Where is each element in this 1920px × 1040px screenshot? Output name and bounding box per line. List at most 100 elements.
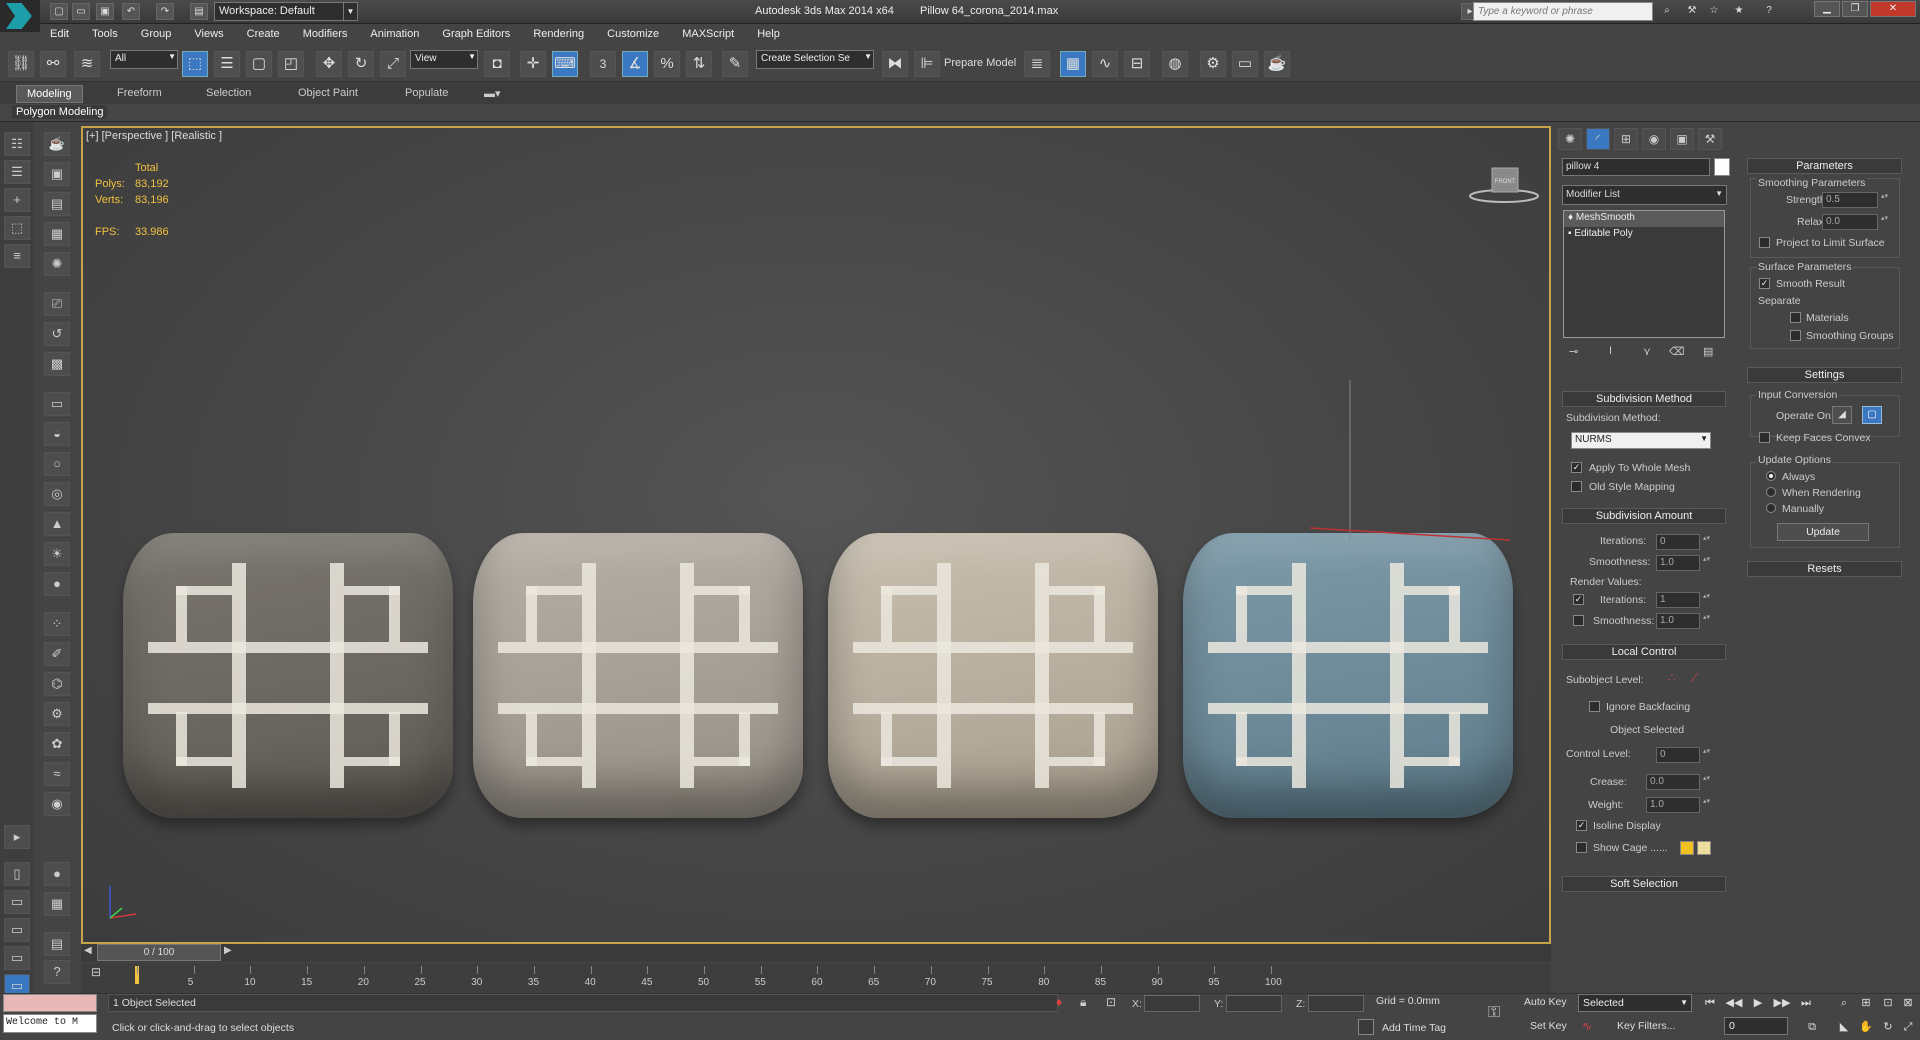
resets-rollout[interactable]: Resets: [1747, 561, 1902, 577]
z-coordinate-field[interactable]: [1308, 995, 1364, 1012]
menu-modifiers[interactable]: Modifiers: [293, 24, 358, 40]
subdivision-amount-rollout[interactable]: Subdivision Amount: [1562, 508, 1726, 524]
operate-on-triangles-icon[interactable]: ◢: [1832, 406, 1852, 424]
binoculars-icon[interactable]: ⌕: [1658, 3, 1676, 20]
add-time-tag-icon[interactable]: [1358, 1019, 1374, 1035]
undo-icon[interactable]: ↶: [122, 3, 140, 20]
menu-graph-editors[interactable]: Graph Editors: [432, 24, 520, 40]
gold-sphere-icon[interactable]: ●: [44, 572, 70, 596]
rotate-view-icon[interactable]: ↺: [44, 322, 70, 346]
light-bulb-icon[interactable]: ✺: [44, 252, 70, 276]
show-end-result-icon[interactable]: I: [1609, 345, 1612, 357]
edit-named-selection-icon[interactable]: ✎: [722, 51, 748, 77]
menu-animation[interactable]: Animation: [360, 24, 429, 40]
motion-tab-icon[interactable]: ◉: [1642, 128, 1666, 150]
unlink-icon[interactable]: ⚯: [40, 51, 66, 77]
control-level-spinner[interactable]: 0: [1656, 747, 1711, 763]
select-object-icon[interactable]: ⬚: [182, 51, 208, 77]
help-icon[interactable]: ?: [44, 960, 70, 984]
display-tab-icon[interactable]: ▣: [1670, 128, 1694, 150]
spinner-snap-icon[interactable]: ⇅: [686, 51, 712, 77]
key-set-dropdown[interactable]: Selected ▼: [1578, 994, 1692, 1012]
manually-radio[interactable]: [1766, 503, 1776, 513]
plant-icon[interactable]: ✿: [44, 732, 70, 756]
render-smoothness-checkbox[interactable]: [1573, 615, 1584, 626]
menu-tools[interactable]: Tools: [82, 24, 128, 40]
modifier-list-dropdown[interactable]: Modifier List ▼: [1562, 185, 1727, 205]
menu-edit[interactable]: Edit: [40, 24, 79, 40]
welcome-field[interactable]: Welcome to M: [3, 1014, 97, 1033]
zoom-extents-all-icon[interactable]: ⊠: [1898, 994, 1918, 1012]
prepare-model-label[interactable]: Prepare Model: [944, 57, 1016, 69]
key-filters-button[interactable]: Key Filters...: [1617, 1020, 1675, 1032]
lock-icon[interactable]: 🔒︎: [1080, 995, 1086, 1010]
trackbar[interactable]: ⊟ 5 10 15 20 25 30 35 40 45 50 55 60 65 70 75 80 85 90 95 1…: [81, 963, 1551, 993]
y-coordinate-field[interactable]: [1226, 995, 1282, 1012]
object-name-field[interactable]: pillow 4: [1562, 158, 1710, 176]
local-control-rollout[interactable]: Local Control: [1562, 644, 1726, 660]
cage-color-2-swatch[interactable]: [1697, 841, 1711, 855]
configure-sets-icon[interactable]: ▤: [1703, 345, 1713, 358]
current-frame-field[interactable]: 0: [1724, 1017, 1788, 1035]
pillow-light-gray[interactable]: [473, 533, 803, 818]
minimize-button[interactable]: ▁: [1814, 1, 1840, 17]
maximize-button[interactable]: ❐: [1842, 1, 1868, 17]
geosphere-icon[interactable]: ◎: [44, 482, 70, 506]
viewport-label[interactable]: [+] [Perspective ] [Realistic ]: [86, 130, 222, 142]
key-mode-icon[interactable]: ∿: [1582, 1019, 1592, 1033]
when-rendering-radio[interactable]: [1766, 487, 1776, 497]
smoothing-groups-checkbox[interactable]: [1790, 330, 1801, 341]
menu-create[interactable]: Create: [237, 24, 290, 40]
zoom-extents-icon[interactable]: ⊡: [1878, 994, 1898, 1012]
rectangular-selection-icon[interactable]: ▢: [246, 51, 272, 77]
relax-spinner[interactable]: 0.0: [1822, 214, 1889, 230]
polygon-modeling-panel[interactable]: Polygon Modeling: [12, 105, 108, 119]
render-iterations-spinner[interactable]: 1: [1656, 592, 1711, 608]
select-manipulate-icon[interactable]: ✛: [520, 51, 546, 77]
modify-tab-icon[interactable]: ◜: [1586, 128, 1610, 150]
utilities-tab-icon[interactable]: ⚒: [1698, 128, 1722, 150]
communication-center-icon[interactable]: ☆: [1705, 3, 1723, 20]
update-button[interactable]: Update: [1777, 523, 1869, 541]
absolute-mode-icon[interactable]: ⊡: [1106, 995, 1116, 1009]
selection-filter-dropdown[interactable]: All ▼: [110, 50, 178, 69]
sun-icon[interactable]: ☀: [44, 542, 70, 566]
sphere-icon[interactable]: ○: [44, 452, 70, 476]
object-color-swatch[interactable]: [1714, 158, 1730, 176]
image-plane-icon[interactable]: ▣: [44, 162, 70, 186]
next-frame-icon[interactable]: ▶▶: [1772, 994, 1792, 1012]
key-icon[interactable]: ⚿: [1488, 1004, 1500, 1022]
link-icon[interactable]: ⛓: [8, 51, 34, 77]
menu-views[interactable]: Views: [184, 24, 233, 40]
keyboard-shortcut-override-icon[interactable]: ⌨: [552, 51, 578, 77]
scene-explorer-icon[interactable]: ☷: [4, 132, 30, 156]
material-editor-icon[interactable]: ◍: [1162, 51, 1188, 77]
cone-icon[interactable]: ▲: [44, 512, 70, 536]
maxscript-listener[interactable]: [3, 994, 97, 1012]
go-to-end-icon[interactable]: ⏭: [1796, 994, 1816, 1012]
curve-editor-icon[interactable]: ∿: [1092, 51, 1118, 77]
snap-toggle-icon[interactable]: 3: [590, 51, 616, 77]
ignore-backfacing-checkbox[interactable]: [1589, 701, 1600, 712]
render-iterations-checkbox[interactable]: ✓: [1573, 594, 1584, 605]
time-prev-icon[interactable]: ◀: [84, 945, 92, 956]
document-icon[interactable]: ▤: [44, 932, 70, 956]
expand-icon[interactable]: ▪: [1568, 228, 1572, 239]
camera-icon[interactable]: ⎚: [44, 292, 70, 316]
new-file-icon[interactable]: ▢: [50, 3, 68, 20]
render-setup-icon[interactable]: ⚙: [1200, 51, 1226, 77]
soft-selection-rollout[interactable]: Soft Selection: [1562, 876, 1726, 892]
pivot-center-icon[interactable]: ◘: [484, 51, 510, 77]
percent-snap-icon[interactable]: %: [654, 51, 680, 77]
notes-icon[interactable]: ▤: [44, 192, 70, 216]
rotate-icon[interactable]: ↻: [348, 51, 374, 77]
menu-maxscript[interactable]: MAXScript: [672, 24, 744, 40]
crease-spinner[interactable]: 0.0: [1646, 774, 1711, 790]
smoothness-spinner[interactable]: 1.0: [1656, 555, 1711, 571]
tab-freeform[interactable]: Freeform: [107, 85, 172, 103]
window-crossing-icon[interactable]: ◰: [278, 51, 304, 77]
remove-modifier-icon[interactable]: ⌫: [1669, 345, 1685, 358]
film-icon[interactable]: ▩: [44, 352, 70, 376]
weight-spinner[interactable]: 1.0: [1646, 797, 1711, 813]
apply-whole-mesh-checkbox[interactable]: ✓: [1571, 462, 1582, 473]
